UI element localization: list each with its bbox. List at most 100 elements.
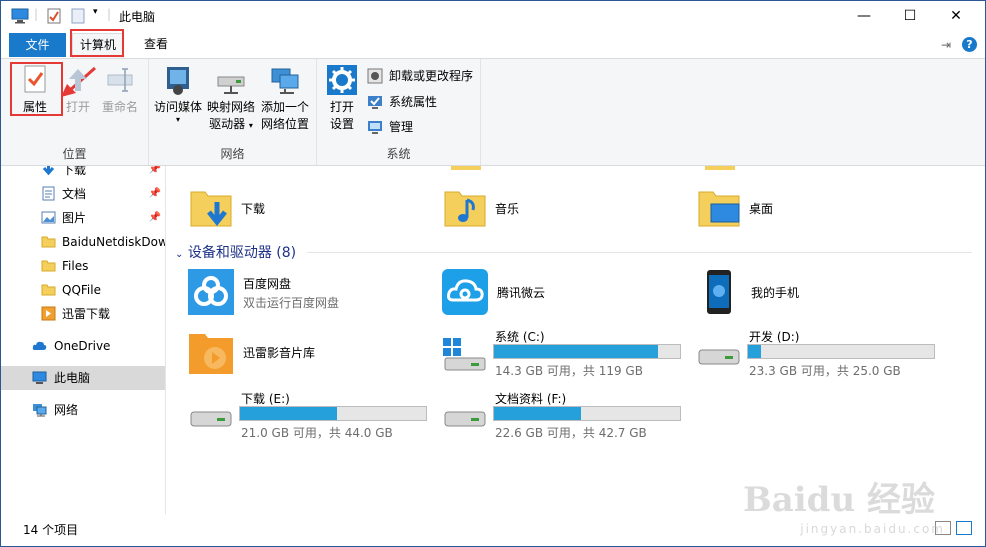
drive-e[interactable]: 下载 (E:) 21.0 GB 可用，共 44.0 GB <box>187 390 437 440</box>
drive-usage-fill <box>494 345 658 358</box>
nav-item-files[interactable]: Files <box>1 254 165 278</box>
folder-desktop[interactable]: 桌面 <box>695 184 935 232</box>
folder-downloads[interactable]: 下载 <box>187 184 427 232</box>
computer-icon <box>32 371 47 384</box>
folder-icon <box>41 284 56 296</box>
media-icon <box>167 67 189 95</box>
drive-icon <box>190 411 232 427</box>
drive-free-space: 21.0 GB 可用，共 44.0 GB <box>241 426 393 440</box>
title-bar: | ▾ | 此电脑 — ☐ ✕ <box>1 1 985 32</box>
section-divider <box>307 252 972 253</box>
network-location-icon <box>271 68 299 94</box>
phone-icon <box>707 270 731 314</box>
nav-item-network[interactable]: 网络 <box>1 398 165 422</box>
system-properties-icon <box>368 96 382 109</box>
system-properties-button[interactable]: 系统属性 <box>367 91 437 113</box>
computer-icon[interactable] <box>11 8 29 24</box>
device-sublabel: 双击运行百度网盘 <box>243 296 340 310</box>
nav-item-pictures[interactable]: 图片 📌 <box>1 206 165 230</box>
uninstall-program-button[interactable]: 卸载或更改程序 <box>367 65 473 87</box>
nav-item-label: Files <box>62 259 89 273</box>
nav-item-label: 网络 <box>54 403 79 417</box>
drive-label: 下载 (E:) <box>241 392 290 406</box>
map-network-drive-button[interactable]: 映射网络 驱动器 ▾ <box>205 63 257 134</box>
drive-usage-bar <box>493 406 681 421</box>
network-icon <box>33 404 47 417</box>
gear-icon <box>327 65 357 95</box>
window-title: 此电脑 <box>119 10 156 24</box>
desktop-folder-icon <box>698 191 740 227</box>
xunlei-media-icon <box>189 334 233 374</box>
open-settings-button[interactable]: 打开 设置 <box>323 63 361 133</box>
maximize-button[interactable]: ☐ <box>887 1 933 32</box>
nav-item-onedrive[interactable]: OneDrive <box>1 334 165 358</box>
drive-c[interactable]: 系统 (C:) 14.3 GB 可用，共 119 GB <box>441 328 691 378</box>
nav-item-xunlei[interactable]: 迅雷下载 <box>1 302 165 326</box>
nav-item-qqfile[interactable]: QQFile <box>1 278 165 302</box>
folder-label: 音乐 <box>495 202 520 216</box>
drive-f[interactable]: 文档资料 (F:) 22.6 GB 可用，共 42.7 GB <box>441 390 691 440</box>
cloud-icon <box>32 341 47 350</box>
nav-item-label: 文档 <box>62 187 87 201</box>
ribbon: 属性 打开 重命名 位置 访问媒体 ▾ 映射网络 驱动器 ▾ 添加一个 网络位置… <box>1 58 985 166</box>
device-label: 我的手机 <box>751 286 800 300</box>
folder-music[interactable]: 音乐 <box>441 184 681 232</box>
nav-item-downloads[interactable]: 下载 📌 <box>1 166 165 182</box>
folder-partial <box>705 166 735 170</box>
pin-ribbon-icon[interactable]: ⇥ <box>941 38 951 52</box>
xunlei-folder-icon <box>41 306 56 321</box>
properties-quick-icon[interactable] <box>47 8 61 24</box>
nav-item-label: 此电脑 <box>54 371 91 385</box>
drive-d[interactable]: 开发 (D:) 23.3 GB 可用，共 25.0 GB <box>695 328 945 378</box>
nav-item-label: OneDrive <box>54 339 111 353</box>
device-my-phone[interactable]: 我的手机 <box>695 268 935 316</box>
nav-item-this-pc[interactable]: 此电脑 <box>1 366 165 390</box>
nav-item-label: 图片 <box>62 211 87 225</box>
chevron-down-icon[interactable]: ▾ <box>93 7 98 17</box>
close-button[interactable]: ✕ <box>933 1 979 32</box>
large-icons-view-icon[interactable] <box>956 521 972 535</box>
drive-icon <box>698 349 740 365</box>
open-button[interactable]: 打开 <box>61 63 95 116</box>
pin-icon[interactable]: 📌 <box>149 206 161 230</box>
watermark-url: jingyan.baidu.com <box>800 522 945 536</box>
map-drive-label-2: 驱动器 ▾ <box>209 117 253 131</box>
tab-file[interactable]: 文件 <box>9 33 66 57</box>
access-media-label: 访问媒体 <box>153 100 202 114</box>
pin-icon[interactable]: 📌 <box>149 182 161 206</box>
drive-label: 开发 (D:) <box>749 330 800 344</box>
nav-item-documents[interactable]: 文档 📌 <box>1 182 165 206</box>
section-header-devices[interactable]: ⌄ 设备和驱动器 (8) <box>175 242 296 262</box>
drive-label: 文档资料 (F:) <box>495 392 567 406</box>
drive-free-space: 23.3 GB 可用，共 25.0 GB <box>749 364 901 378</box>
tab-view[interactable]: 查看 <box>131 33 181 58</box>
help-icon[interactable]: ? <box>962 37 977 52</box>
manage-label: 管理 <box>389 120 414 134</box>
nav-item-baidunetdisk[interactable]: BaiduNetdiskDow <box>1 230 165 254</box>
manage-button[interactable]: 管理 <box>367 116 413 138</box>
open-arrow-icon <box>69 69 87 91</box>
nav-item-label: QQFile <box>62 283 101 297</box>
rename-button[interactable]: 重命名 <box>99 63 141 116</box>
weiyun-icon <box>442 269 488 315</box>
ribbon-tab-bar: 文件 计算机 查看 ⇥ ? <box>1 29 985 58</box>
download-folder-icon <box>190 191 232 227</box>
group-label-system: 系统 <box>386 147 411 161</box>
windows-drive-icon <box>443 338 486 371</box>
rename-icon <box>107 68 133 92</box>
add-network-location-button[interactable]: 添加一个 网络位置 <box>259 63 311 133</box>
minimize-button[interactable]: — <box>841 1 887 32</box>
folder-label: 下载 <box>241 202 266 216</box>
new-folder-quick-icon[interactable] <box>71 8 85 24</box>
device-weiyun[interactable]: 腾讯微云 <box>441 268 681 316</box>
item-count: 14 个项目 <box>23 523 79 537</box>
pin-icon[interactable]: 📌 <box>149 166 161 182</box>
group-label-location: 位置 <box>62 147 87 161</box>
music-folder-icon <box>444 191 486 227</box>
access-media-button[interactable]: 访问媒体 ▾ <box>153 63 203 124</box>
device-baidu-netdisk[interactable]: 百度网盘 双击运行百度网盘 <box>187 268 427 316</box>
ribbon-group-location: 属性 打开 重命名 位置 <box>1 59 149 165</box>
highlight-box-properties <box>10 62 63 116</box>
device-xunlei-media[interactable]: 迅雷影音片库 <box>187 328 427 376</box>
highlight-box-computer-tab <box>70 29 124 57</box>
